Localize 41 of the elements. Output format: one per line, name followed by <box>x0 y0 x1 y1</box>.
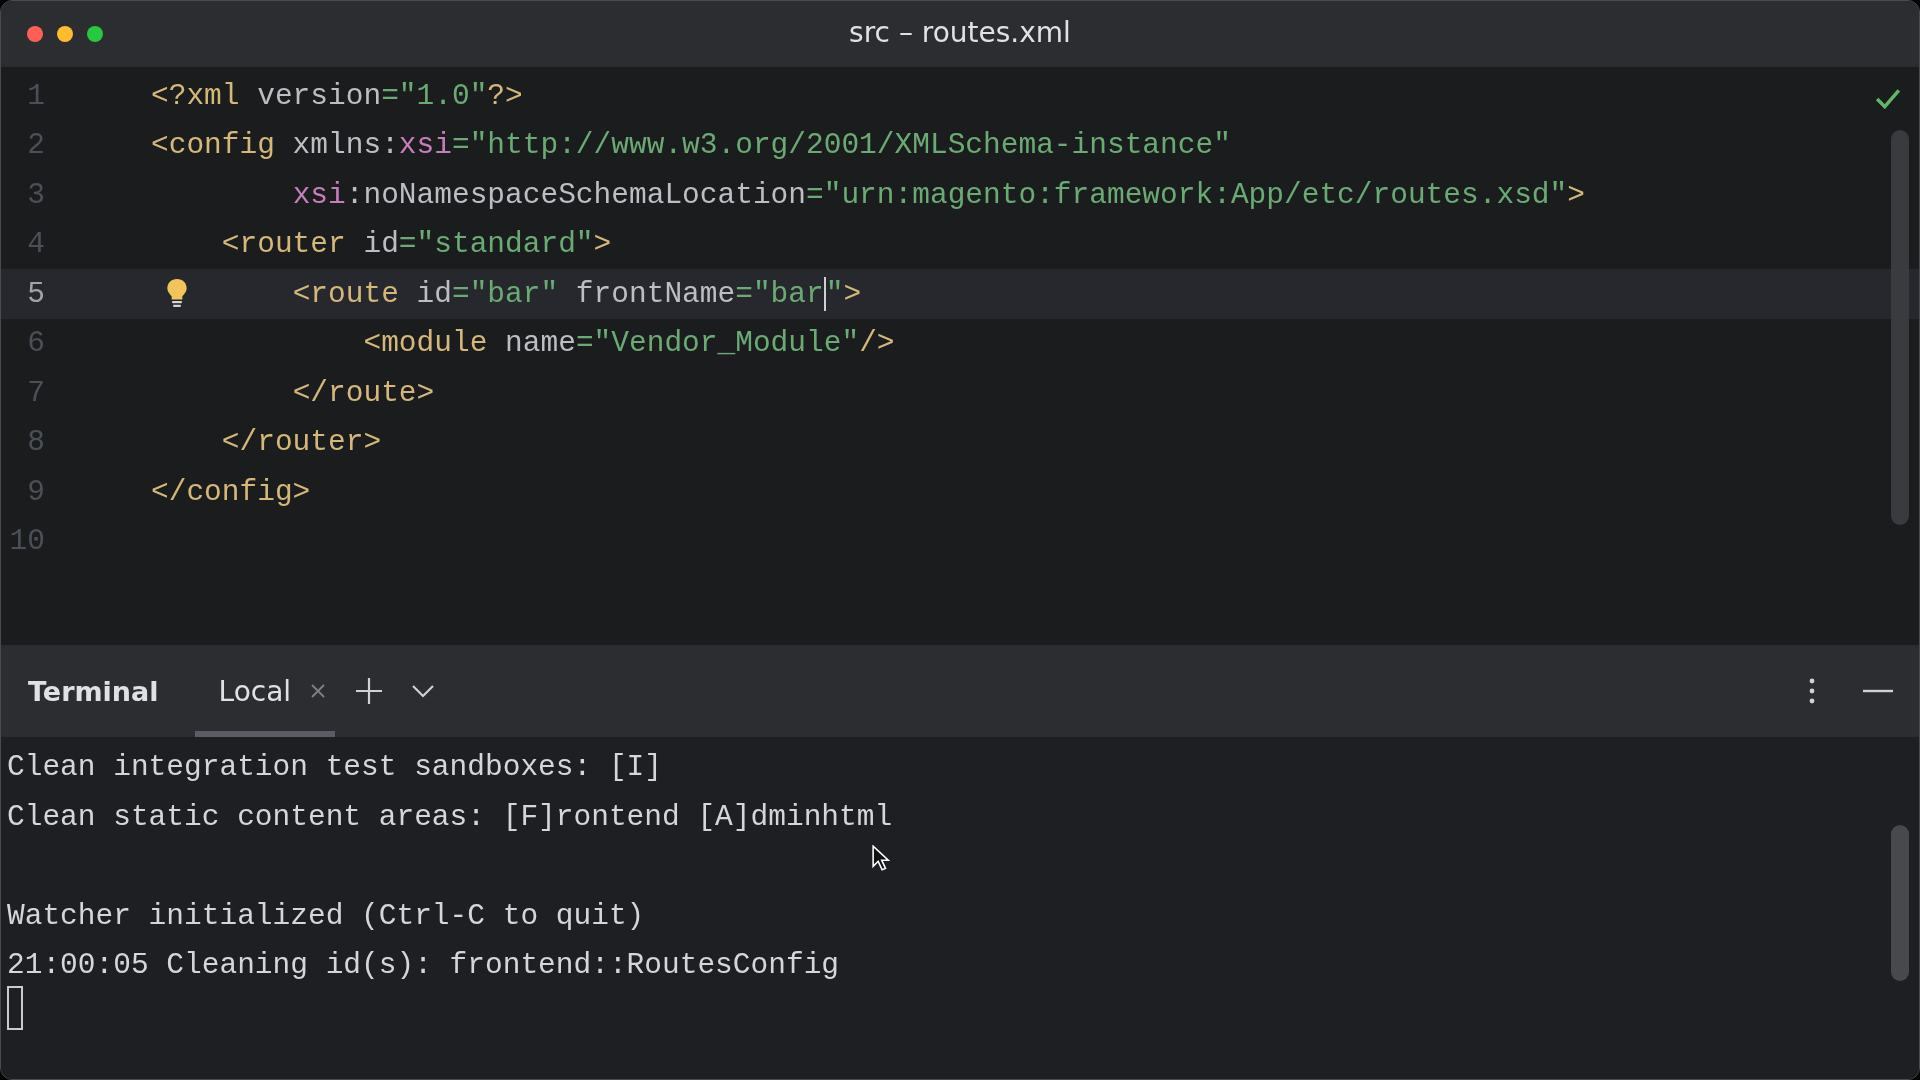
line-number: 1 <box>26 78 45 113</box>
mouse-pointer-icon <box>872 845 890 872</box>
chevron-down-icon[interactable] <box>411 684 436 698</box>
line-number: 4 <box>26 227 45 262</box>
minimize-icon[interactable] <box>1863 689 1893 693</box>
line-number: 2 <box>26 128 45 163</box>
checkmark-icon <box>1875 87 1901 109</box>
zoom-window-button[interactable] <box>87 26 103 42</box>
terminal-output-line: 21:00:05 Cleaning id(s): frontend::RoutesConfig <box>7 947 841 985</box>
minimize-window-button[interactable] <box>57 26 73 42</box>
terminal-output-line: Clean static content areas: [F]rontend [A]dminhtml <box>7 798 894 836</box>
line-number: 3 <box>26 177 45 212</box>
code-line: <route id="bar" frontName="bar"> <box>292 276 862 311</box>
more-options-icon[interactable] <box>1809 678 1815 704</box>
terminal-cursor <box>7 986 23 1030</box>
line-number: 5 <box>26 276 45 311</box>
line-number: 9 <box>26 474 45 509</box>
close-icon[interactable] <box>311 684 326 698</box>
panel-title: Terminal <box>28 675 159 707</box>
scrollbar-thumb[interactable] <box>1891 825 1909 981</box>
code-line: <?xml version="1.0"?> <box>151 78 523 113</box>
terminal-tab[interactable]: Local <box>194 645 336 737</box>
window-title: src – routes.xml <box>848 16 1072 49</box>
scrollbar-thumb[interactable] <box>1891 130 1909 525</box>
close-window-button[interactable] <box>27 26 43 42</box>
code-line: xsi:noNamespaceSchemaLocation="urn:magento:framework:App/etc/routes.xsd"> <box>292 177 1585 212</box>
plus-icon[interactable] <box>355 677 384 705</box>
code-line: </route> <box>292 375 435 410</box>
code-line: <config xmlns:xsi="http://www.w3.org/2001/XMLSchema-instance" <box>151 128 1231 163</box>
lightbulb-icon[interactable] <box>166 278 188 308</box>
code-line: <router id="standard"> <box>221 227 612 262</box>
code-line: <module name="Vendor_Module"/> <box>363 326 895 361</box>
line-number: 8 <box>26 425 45 460</box>
code-line: </router> <box>221 425 382 460</box>
line-number: 7 <box>26 375 45 410</box>
line-number: 6 <box>26 326 45 361</box>
code-editor[interactable] <box>1 67 1919 645</box>
code-line: </config> <box>151 474 311 509</box>
terminal-output-line: Clean integration test sandboxes: [I] <box>7 749 663 786</box>
terminal-output-line: Watcher initialized (Ctrl-C to quit) <box>7 897 646 935</box>
line-number: 10 <box>8 524 45 559</box>
